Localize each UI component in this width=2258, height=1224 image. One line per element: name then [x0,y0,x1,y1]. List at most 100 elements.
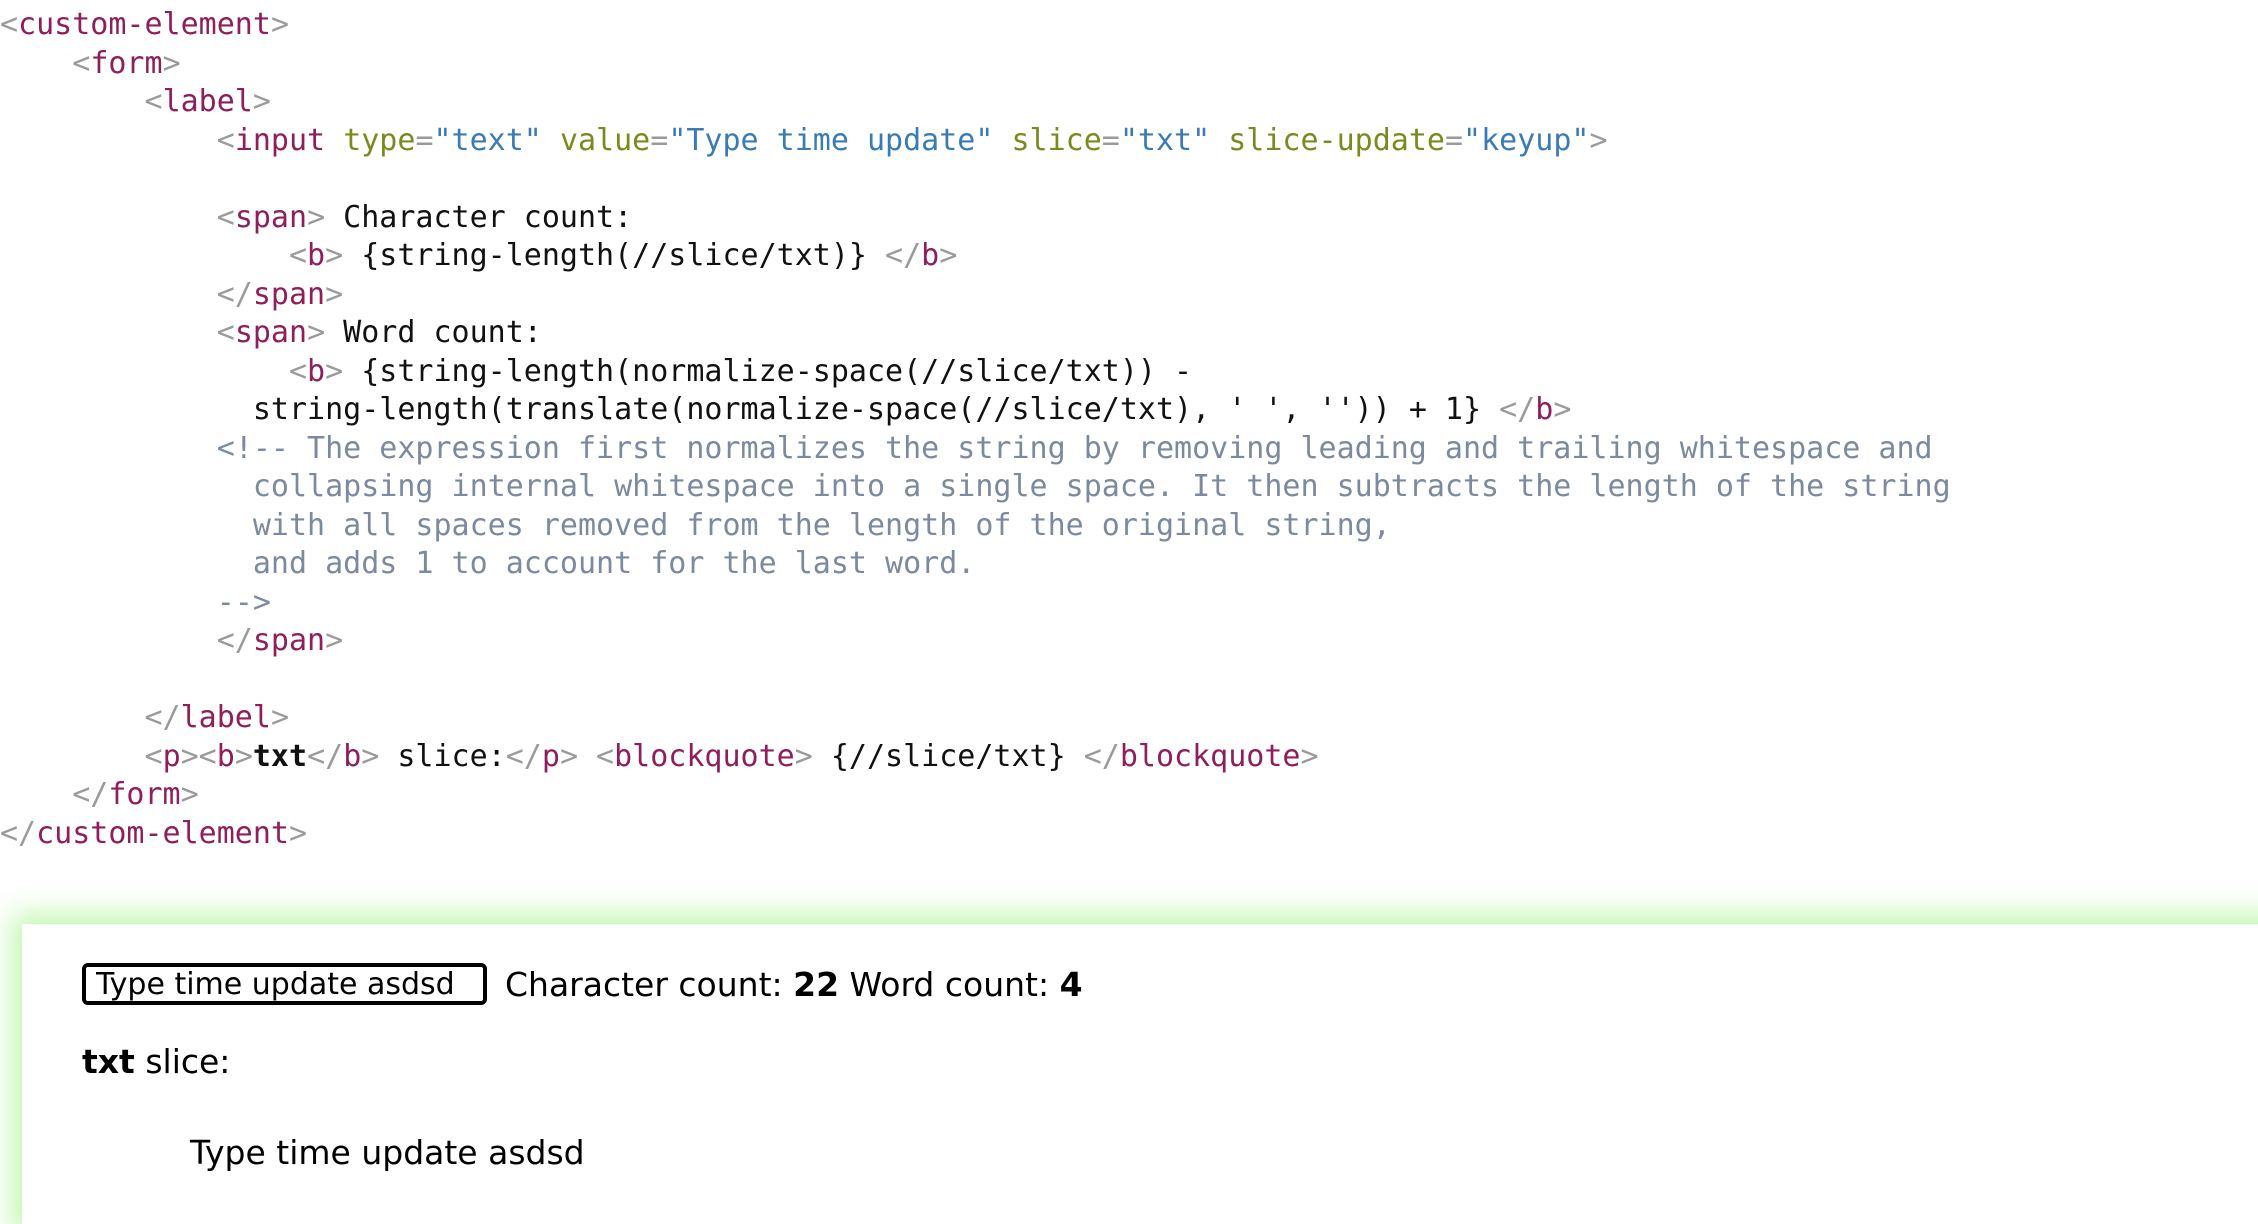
code-token-tag: label [180,700,271,735]
result-preview-panel: Character count: 22 Word count: 4 txt sl… [22,924,2258,1224]
code-token-txt: {string-length(normalize-space(//slice/t… [343,353,1193,389]
code-token-attr: value [559,122,651,158]
code-token-bold: txt [252,738,308,774]
character-count-value: 22 [793,964,840,1004]
code-token-br: > [939,238,958,273]
code-token-br: > [307,199,326,235]
code-line: <p><b>txt</b> slice:</p> <blockquote> {/… [0,738,2258,777]
counts-text: Character count: 22 Word count: 4 [505,965,1083,1004]
code-token-txt: Word count: [325,315,542,350]
code-token-cmt: and adds 1 to account for the last word. [252,546,976,581]
code-token-br: > [794,738,813,774]
code-token-br: > [270,700,289,735]
code-token-tag: blockquote [1119,738,1301,774]
code-token-cmt: with all spaces removed from the length … [252,507,1391,543]
code-token-tag: span [234,315,308,350]
code-line: <span> Word count: [0,314,2258,353]
code-token-str: "Type time update" [668,122,994,158]
code-token-br: > [180,777,199,812]
code-token-br: < [216,122,235,158]
code-token-br: </ [505,738,542,774]
code-line: <input type="text" value="Type time upda… [0,122,2258,161]
code-token-br: > [1589,122,1608,158]
code-token-br: > [162,45,181,81]
slice-heading: txt slice: [82,1042,2258,1081]
code-token-br: < [72,45,91,81]
code-token-br: > [325,353,344,389]
code-token-tag: form [90,45,163,81]
code-token-eq: = [1444,122,1464,158]
code-token-br: > [1553,392,1572,427]
code-token-br: > [325,623,344,658]
code-token-str: "text" [433,122,542,158]
code-token-cmt: <!-- The expression first normalizes the… [216,430,1933,466]
code-token-br: </ [144,700,181,735]
code-line: <form> [0,45,2258,84]
code-token-txt: {//slice/txt} [812,738,1084,774]
code-line: </custom-element> [0,815,2258,854]
code-token-tag: b [343,738,362,774]
code-token-br: </ [1083,738,1120,774]
code-token-br: > [325,276,344,312]
code-token-br: < [288,353,308,389]
code-token-br: > [252,84,271,119]
code-token-br: < [144,738,163,774]
slice-label: slice: [134,1042,231,1081]
code-token-br: < [216,315,235,350]
code-token-br: > [307,315,326,350]
code-token-br: > [234,738,253,774]
slice-output-blockquote: Type time update asdsd [190,1133,585,1172]
code-token-tag: custom-element [36,815,289,851]
code-token-txt: {string-length(//slice/txt)} [343,238,886,273]
code-token-br: > [1300,738,1319,774]
code-token-tag: b [1535,392,1554,427]
code-line: with all spaces removed from the length … [0,507,2258,546]
code-line: <b> {string-length(normalize-space(//sli… [0,353,2258,392]
code-line: --> [0,584,2258,623]
code-token-br: </ [1499,392,1536,427]
code-line: <label> [0,83,2258,122]
code-token-tag: form [108,777,181,812]
code-token-br: > [361,738,380,774]
result-panel-content: Character count: 22 Word count: 4 txt sl… [22,924,2258,1172]
code-token-eq: = [415,122,434,158]
code-token-cmt: --> [216,584,271,620]
code-token-br: </ [0,815,37,851]
code-token-txt: Character count: [325,199,633,235]
code-line: </label> [0,699,2258,738]
code-token-br: < [288,238,308,273]
code-token-eq: = [650,122,669,158]
code-token-tag: b [307,238,326,273]
code-token-tag: b [307,353,326,389]
code-line: </form> [0,776,2258,815]
slice-text-input[interactable] [82,963,487,1005]
code-token-tag: p [541,738,560,774]
code-token-br: < [144,84,163,119]
code-line: <span> Character count: [0,199,2258,238]
code-token-str: "keyup" [1463,122,1590,158]
code-token-tag: p [162,738,181,774]
code-token-tag: b [216,738,235,774]
code-token-br: </ [307,738,344,774]
code-token-tag: b [921,238,940,273]
code-token-attr: type [343,122,416,158]
code-token-attr: slice-update [1228,122,1445,158]
code-token-br: > [289,815,308,851]
slice-name: txt [82,1042,135,1081]
code-token-txt: slice: [379,738,506,774]
character-count-label: Character count: [505,964,794,1004]
